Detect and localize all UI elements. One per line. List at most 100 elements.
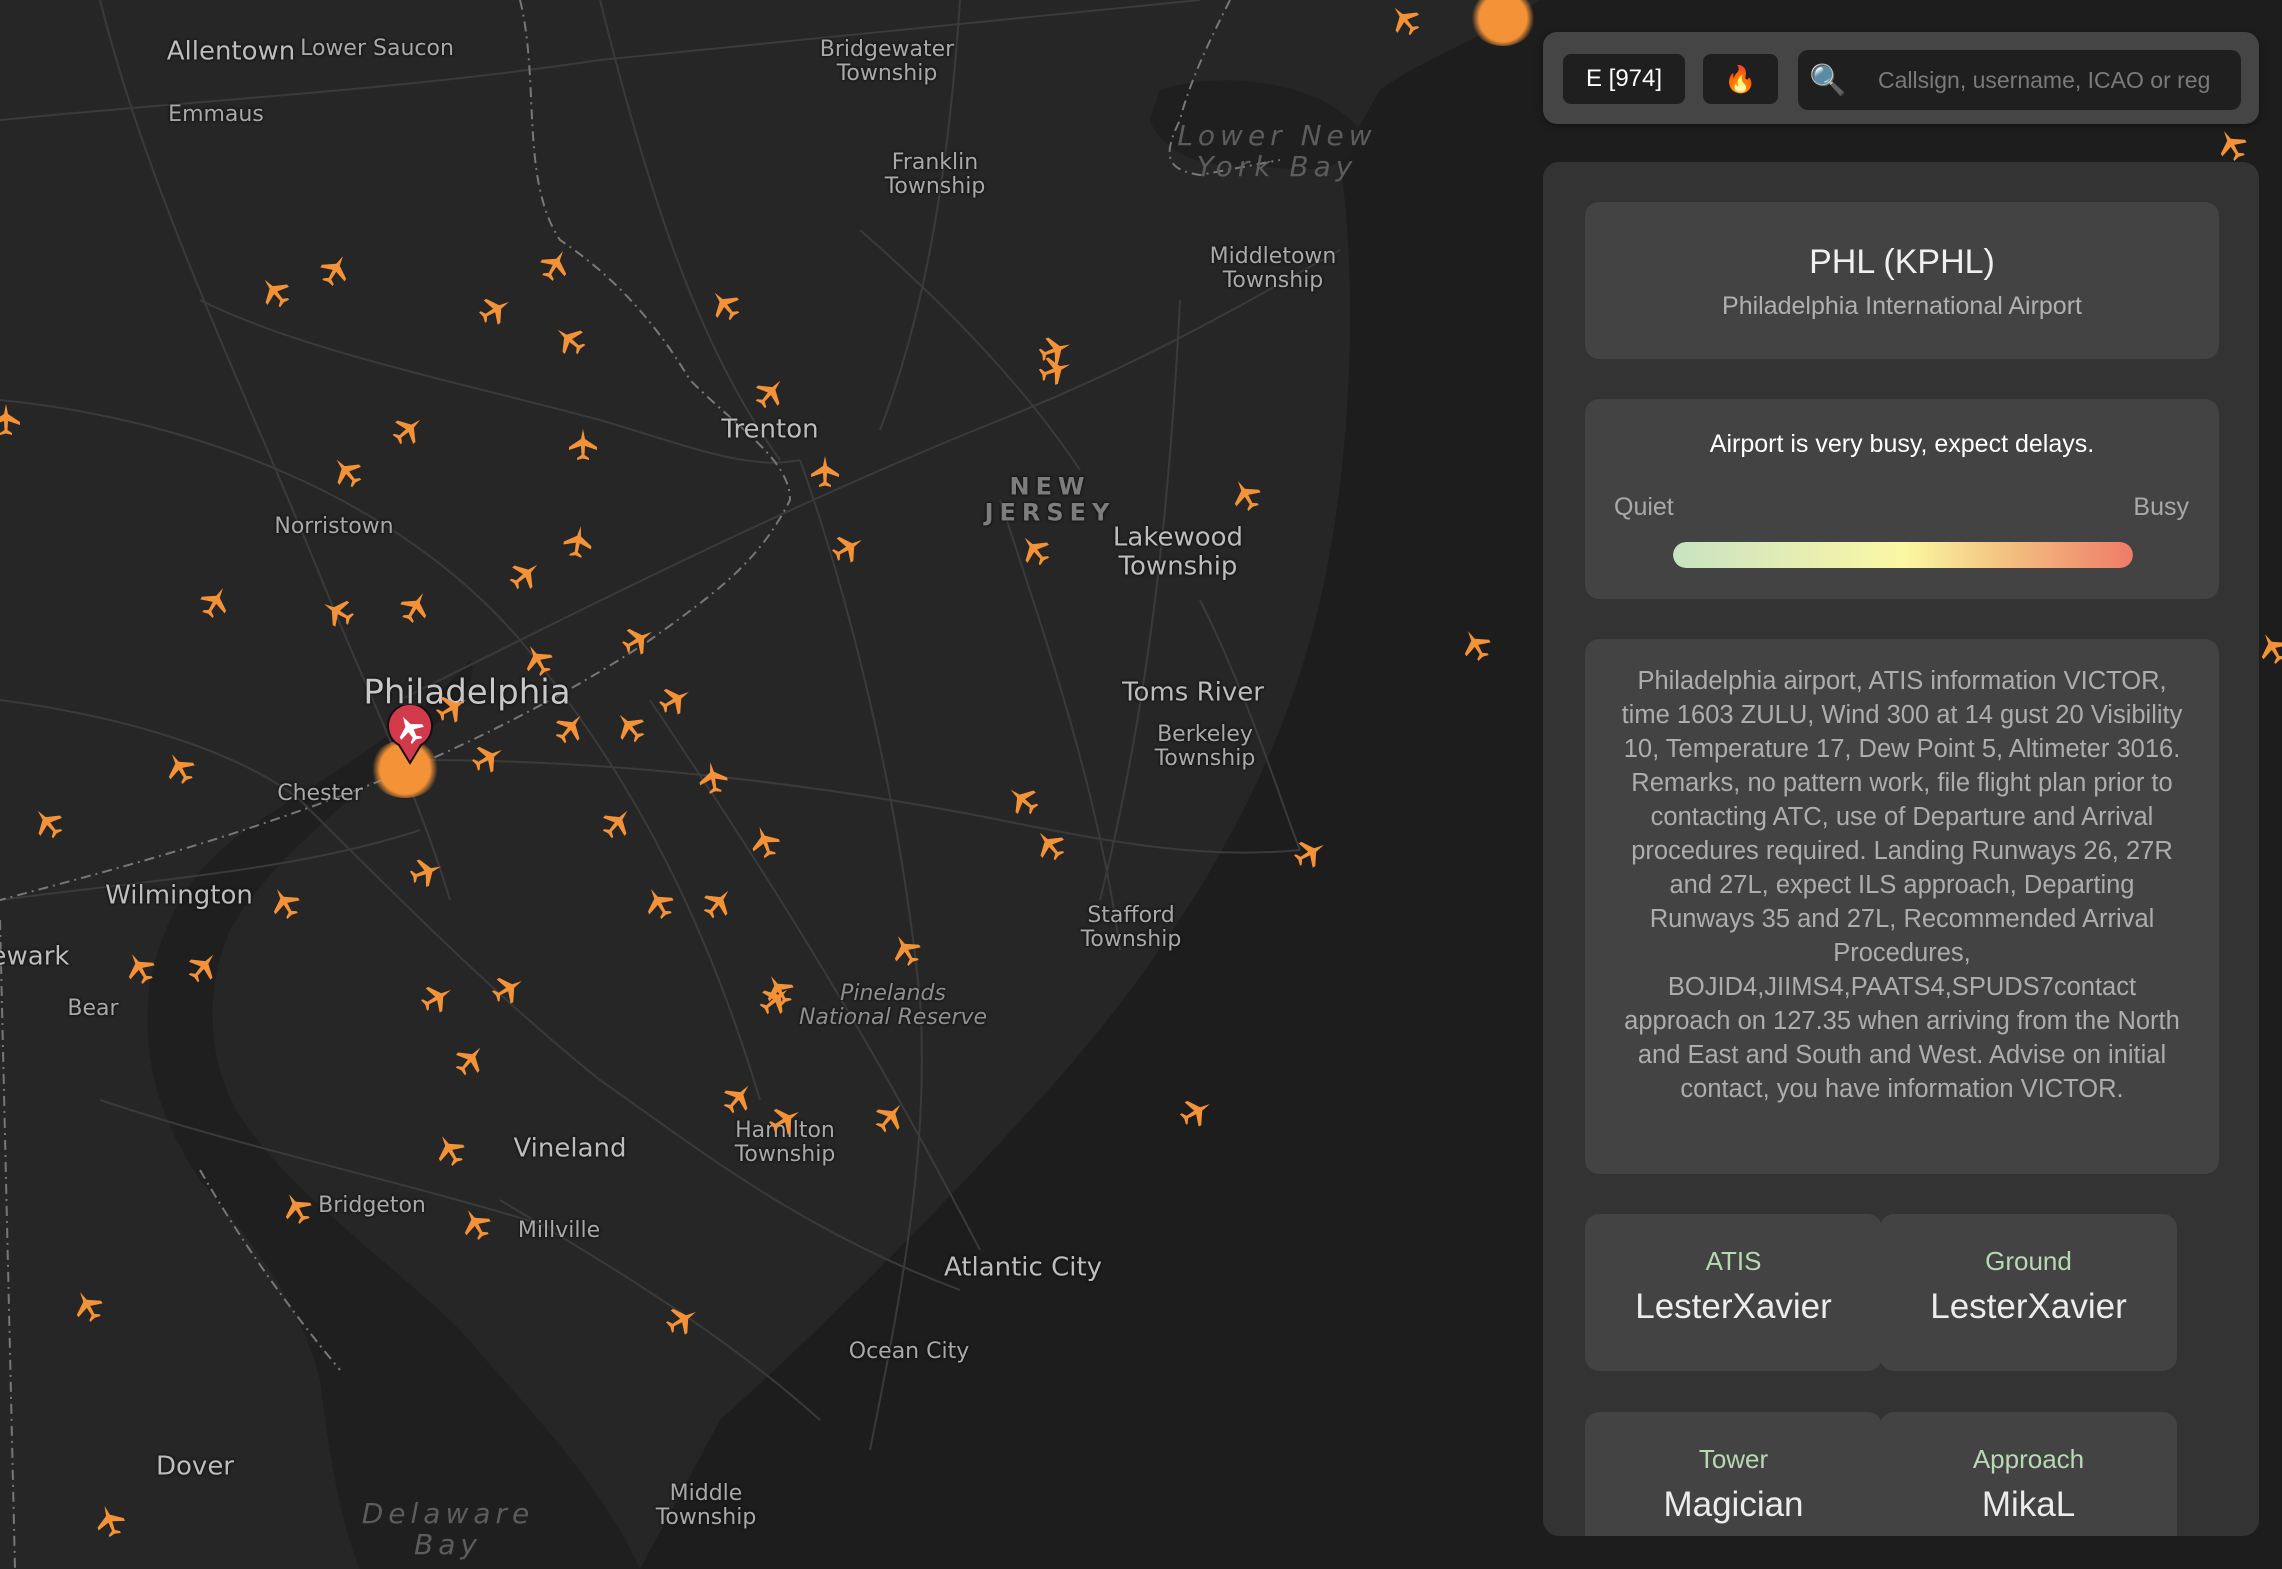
aircraft-icon[interactable]	[747, 824, 783, 860]
aircraft-icon[interactable]	[1292, 835, 1328, 871]
aircraft-icon[interactable]	[1228, 477, 1264, 513]
aircraft-icon[interactable]	[612, 709, 648, 745]
aircraft-icon[interactable]	[408, 854, 444, 890]
controller-card-ground[interactable]: Ground LesterXavier	[1880, 1214, 2177, 1371]
controller-card-atis[interactable]: ATIS LesterXavier	[1585, 1214, 1882, 1371]
aircraft-icon[interactable]	[599, 805, 635, 841]
aircraft-icon[interactable]	[197, 584, 233, 620]
aircraft-icon[interactable]	[520, 642, 556, 678]
search-box[interactable]: 🔍	[1798, 50, 2241, 110]
aircraft-icon[interactable]	[397, 589, 433, 625]
aircraft-icon[interactable]	[552, 710, 588, 746]
aircraft-icon[interactable]	[830, 530, 866, 566]
aircraft-icon[interactable]	[707, 287, 743, 323]
aircraft-icon[interactable]	[320, 594, 356, 630]
map-label: Trenton	[721, 414, 819, 445]
aircraft-icon[interactable]	[807, 454, 843, 490]
aircraft-icon[interactable]	[257, 274, 293, 310]
aircraft-icon[interactable]	[641, 885, 677, 921]
aircraft-icon[interactable]	[720, 1080, 756, 1116]
map-label: Pinelands National Reserve	[798, 980, 988, 1030]
hot-toggle-button[interactable]: 🔥	[1703, 54, 1778, 104]
aircraft-icon[interactable]	[752, 375, 788, 411]
map-label: Bear	[67, 995, 119, 1021]
controller-name: LesterXavier	[1635, 1287, 1832, 1326]
map-label: Bridgewater Township	[819, 36, 955, 86]
airport-code: PHL (KPHL)	[1809, 243, 1995, 281]
busyness-low-label: Quiet	[1614, 493, 1674, 521]
aircraft-icon[interactable]	[757, 982, 793, 1018]
aircraft-icon[interactable]	[507, 557, 543, 593]
map-label: Middle Township	[655, 1480, 757, 1530]
controller-role: Approach	[1972, 1444, 2085, 1474]
aircraft-icon[interactable]	[329, 454, 365, 490]
controller-card-tower[interactable]: Tower Magician	[1585, 1412, 1882, 1536]
map-label: Bridgeton	[318, 1192, 426, 1218]
aircraft-icon[interactable]	[470, 740, 506, 776]
aircraft-icon[interactable]	[1017, 532, 1053, 568]
aircraft-icon[interactable]	[2255, 630, 2282, 666]
aircraft-icon[interactable]	[767, 1102, 803, 1138]
aircraft-icon[interactable]	[888, 932, 924, 968]
aircraft-icon[interactable]	[162, 750, 198, 786]
aircraft-icon[interactable]	[695, 760, 731, 796]
aircraft-icon[interactable]	[434, 690, 470, 726]
map-label: Lower New York Bay	[1177, 119, 1377, 183]
busyness-high-label: Busy	[2133, 493, 2189, 521]
aircraft-icon[interactable]	[390, 412, 426, 448]
aircraft-icon[interactable]	[664, 1302, 700, 1338]
search-input[interactable]	[1858, 65, 2241, 95]
aircraft-icon[interactable]	[185, 949, 221, 985]
aircraft-icon[interactable]	[1387, 2, 1423, 38]
aircraft-icon[interactable]	[560, 524, 596, 560]
controller-role: ATIS	[1705, 1246, 1762, 1276]
airport-name: Philadelphia International Airport	[1722, 292, 2082, 320]
aircraft-icon[interactable]	[1005, 782, 1041, 818]
map-label: Emmaus	[168, 101, 264, 127]
fire-icon: 🔥	[1724, 63, 1757, 94]
aircraft-icon[interactable]	[30, 805, 66, 841]
aircraft-icon[interactable]	[657, 682, 693, 718]
aircraft-icon[interactable]	[700, 885, 736, 921]
map-label: Lakewood Township	[1112, 522, 1244, 581]
aircraft-icon[interactable]	[279, 1190, 315, 1226]
map-label: Stafford Township	[1080, 902, 1182, 952]
environment-selector[interactable]: E [974]	[1563, 54, 1685, 104]
aircraft-icon[interactable]	[490, 971, 526, 1007]
aircraft-icon[interactable]	[537, 247, 573, 283]
busyness-card: Airport is very busy, expect delays. Qui…	[1585, 399, 2219, 599]
busyness-meter-fill	[1673, 542, 2133, 568]
controller-name: MikaL	[1981, 1485, 2076, 1524]
top-toolbar: E [974] 🔥 🔍	[1543, 32, 2259, 124]
map-label: Dover	[156, 1451, 234, 1482]
atis-card: Philadelphia airport, ATIS information V…	[1585, 639, 2219, 1174]
aircraft-icon[interactable]	[1458, 627, 1494, 663]
aircraft-icon[interactable]	[432, 1132, 468, 1168]
aircraft-icon[interactable]	[477, 292, 513, 328]
aircraft-icon[interactable]	[1032, 827, 1068, 863]
aircraft-icon[interactable]	[122, 950, 158, 986]
aircraft-icon[interactable]	[267, 885, 303, 921]
aircraft-icon[interactable]	[419, 980, 455, 1016]
map-label: Chester	[277, 780, 363, 806]
aircraft-icon[interactable]	[458, 1206, 494, 1242]
map-label: Allentown	[166, 36, 296, 67]
aircraft-icon[interactable]	[2214, 127, 2250, 163]
controller-card-approach[interactable]: Approach MikaL	[1880, 1412, 2177, 1536]
aircraft-icon[interactable]	[1178, 1094, 1214, 1130]
aircraft-icon[interactable]	[552, 322, 588, 358]
map-label: Vineland	[513, 1133, 627, 1164]
map-label: Millville	[517, 1217, 601, 1243]
map-label: Toms River	[1122, 677, 1264, 708]
aircraft-icon[interactable]	[872, 1099, 908, 1135]
airport-marker-phl[interactable]	[385, 702, 435, 765]
aircraft-icon[interactable]	[620, 622, 656, 658]
aircraft-icon[interactable]	[1037, 352, 1073, 388]
aircraft-icon[interactable]	[565, 427, 601, 463]
aircraft-icon[interactable]	[452, 1042, 488, 1078]
aircraft-icon[interactable]	[317, 252, 353, 288]
aircraft-icon[interactable]	[70, 1288, 106, 1324]
aircraft-icon[interactable]	[0, 402, 24, 438]
map-label: ewark	[0, 941, 70, 972]
aircraft-icon[interactable]	[92, 1503, 128, 1539]
